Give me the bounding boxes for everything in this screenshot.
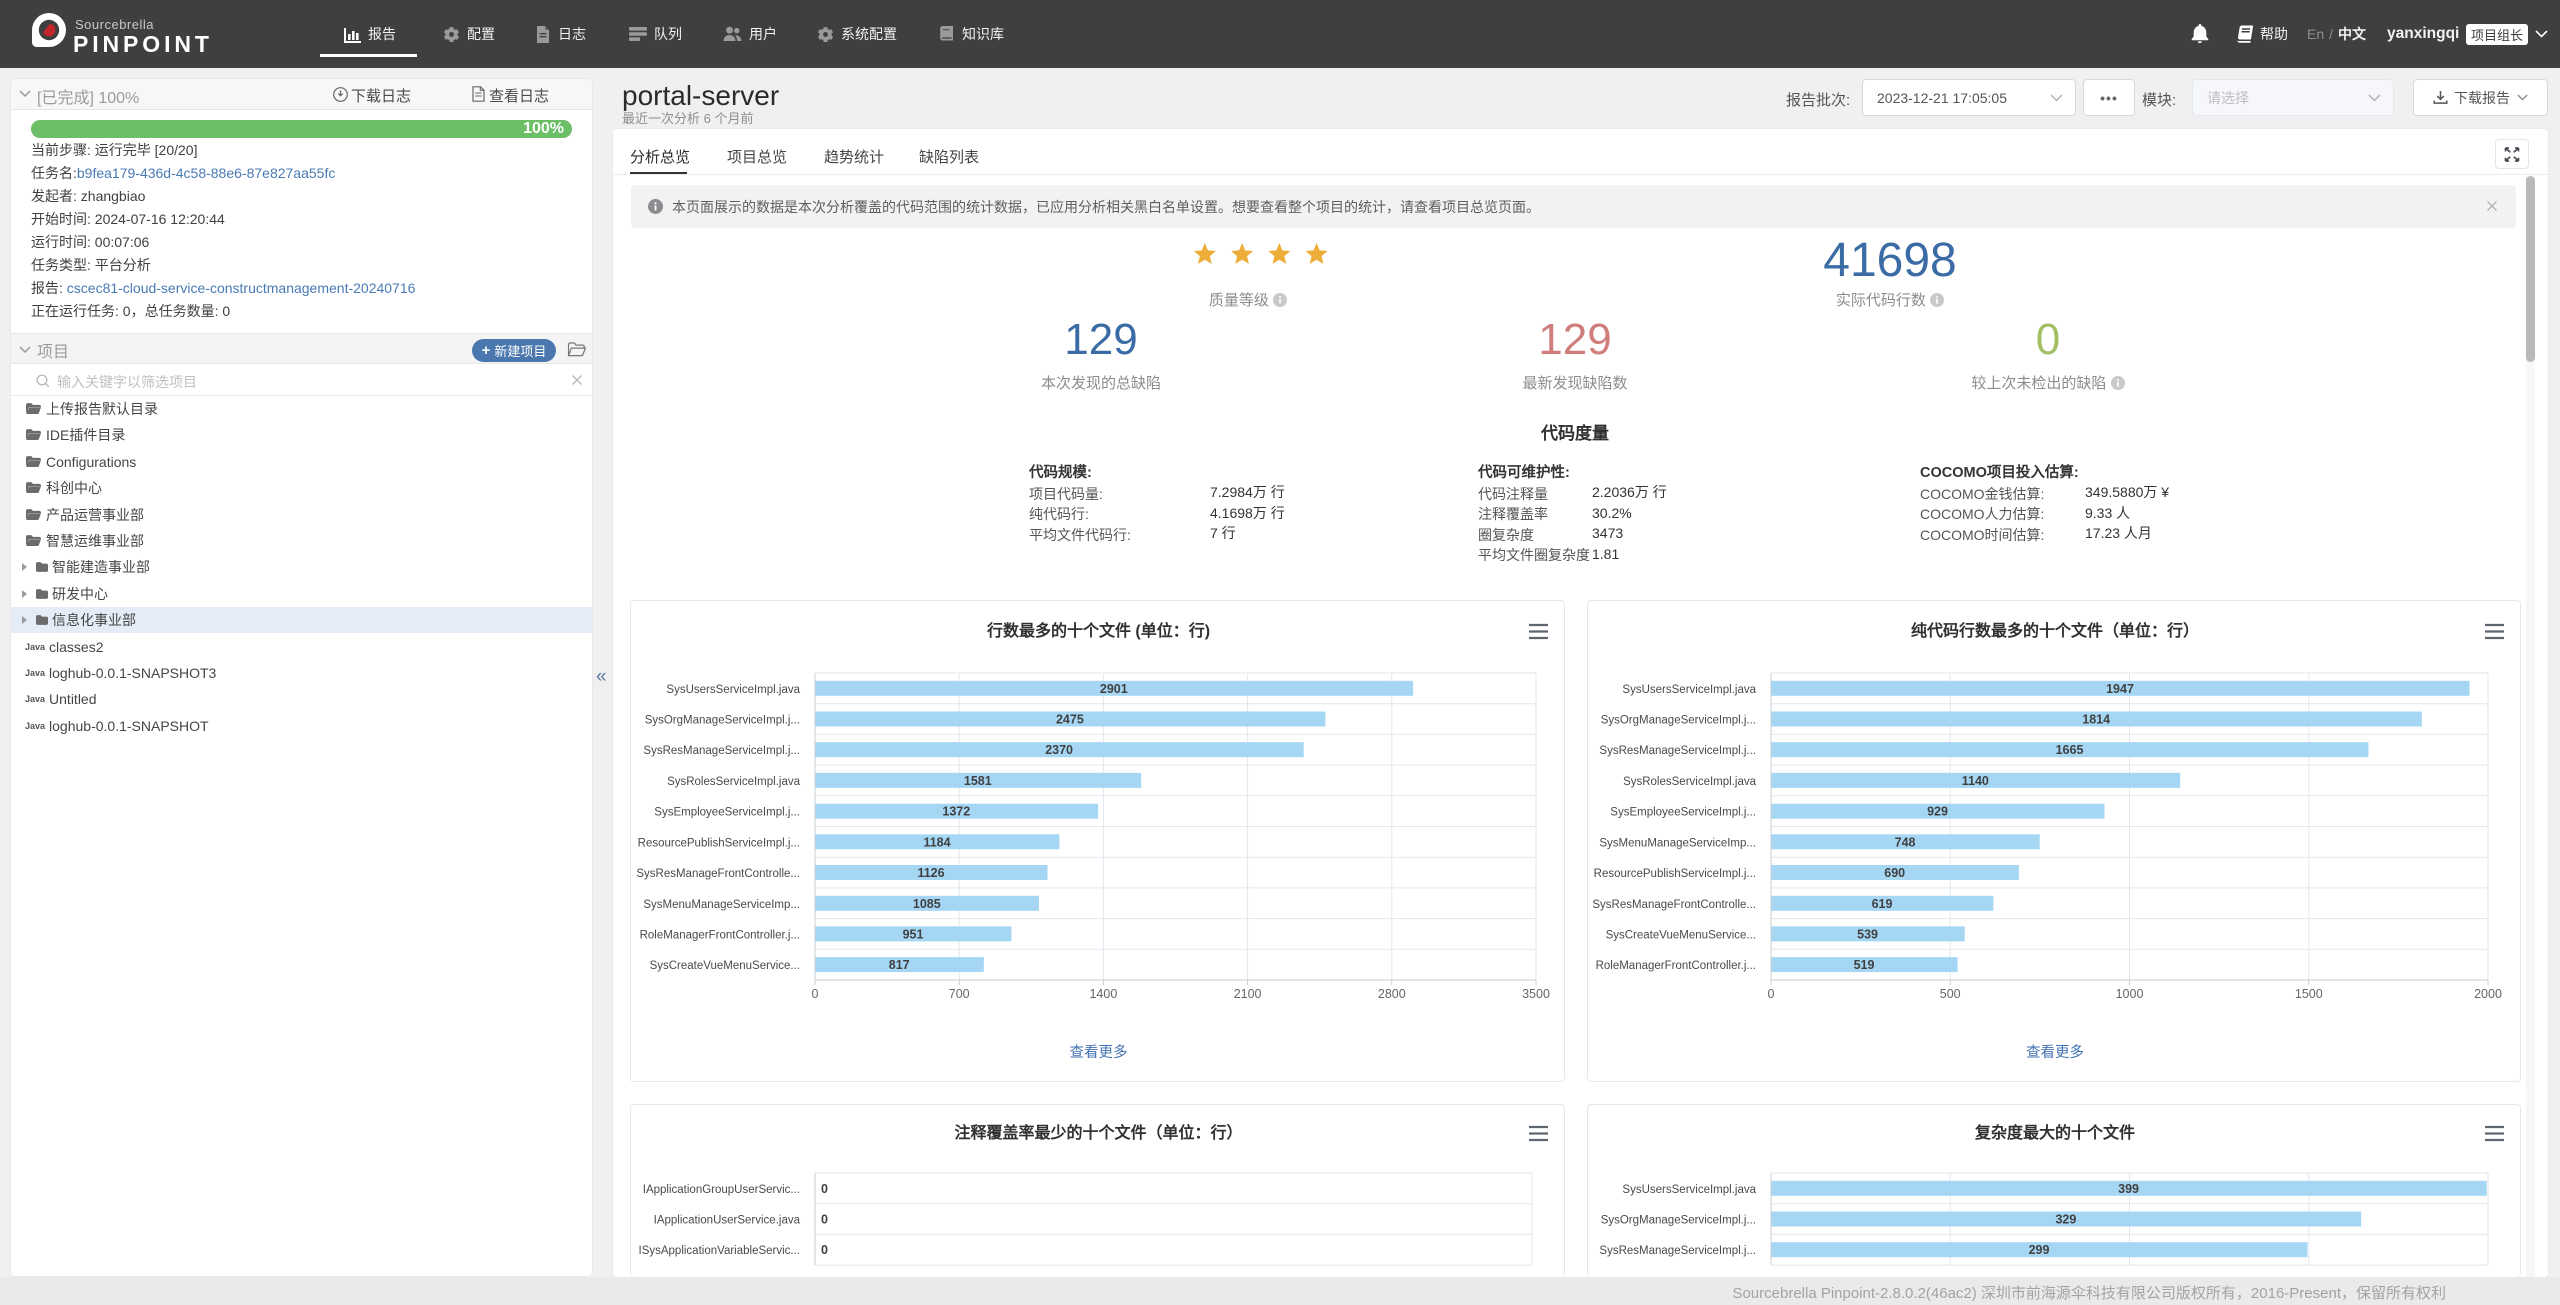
svg-text:SysUsersServiceImpl.java: SysUsersServiceImpl.java <box>1622 1184 1756 1196</box>
svg-text:SysResManageFrontControlle...: SysResManageFrontControlle... <box>636 868 800 880</box>
svg-text:RoleManagerFrontController.j..: RoleManagerFrontController.j... <box>1596 960 1756 972</box>
svg-text:619: 619 <box>1872 897 1893 911</box>
svg-text:SysCreateVueMenuService...: SysCreateVueMenuService... <box>650 960 800 972</box>
svg-text:690: 690 <box>1884 866 1905 880</box>
svg-text:0: 0 <box>821 1213 828 1227</box>
svg-text:SysRolesServiceImpl.java: SysRolesServiceImpl.java <box>667 776 801 788</box>
svg-text:SysCreateVueMenuService...: SysCreateVueMenuService... <box>1606 929 1756 941</box>
svg-text:519: 519 <box>1854 958 1875 972</box>
svg-text:1947: 1947 <box>2106 682 2134 696</box>
svg-text:299: 299 <box>2029 1243 2050 1257</box>
svg-text:ResourcePublishServiceImpl.j..: ResourcePublishServiceImpl.j... <box>638 837 800 849</box>
svg-text:2800: 2800 <box>1378 987 1406 1001</box>
svg-text:复杂度最大的十个文件: 复杂度最大的十个文件 <box>1974 1123 2135 1142</box>
svg-text:IApplicationGroupUserServic...: IApplicationGroupUserServic... <box>643 1184 800 1196</box>
svg-text:929: 929 <box>1927 805 1948 819</box>
svg-text:SysMenuManageServiceImp...: SysMenuManageServiceImp... <box>1599 837 1756 849</box>
svg-text:RoleManagerFrontController.j..: RoleManagerFrontController.j... <box>640 929 800 941</box>
svg-text:1000: 1000 <box>2116 987 2144 1001</box>
svg-text:SysResManageServiceImpl.j...: SysResManageServiceImpl.j... <box>1599 1245 1756 1257</box>
svg-text:1400: 1400 <box>1089 987 1117 1001</box>
svg-text:行数最多的十个文件 (单位：行): 行数最多的十个文件 (单位：行) <box>986 621 1210 640</box>
svg-text:SysResManageFrontControlle...: SysResManageFrontControlle... <box>1592 899 1756 911</box>
svg-text:951: 951 <box>903 927 924 941</box>
svg-text:0: 0 <box>1768 987 1775 1001</box>
svg-text:纯代码行数最多的十个文件（单位：行）: 纯代码行数最多的十个文件（单位：行） <box>1911 621 2199 640</box>
svg-text:SysUsersServiceImpl.java: SysUsersServiceImpl.java <box>666 684 800 696</box>
svg-text:SysUsersServiceImpl.java: SysUsersServiceImpl.java <box>1622 684 1756 696</box>
svg-text:2475: 2475 <box>1056 713 1084 727</box>
svg-text:1140: 1140 <box>1962 774 1989 788</box>
svg-text:1372: 1372 <box>942 805 970 819</box>
svg-text:2000: 2000 <box>2474 987 2502 1001</box>
svg-text:329: 329 <box>2055 1213 2076 1227</box>
svg-text:700: 700 <box>949 987 970 1001</box>
svg-text:748: 748 <box>1895 835 1916 849</box>
svg-text:查看更多: 查看更多 <box>2026 1044 2084 1061</box>
svg-text:注释覆盖率最少的十个文件（单位：行）: 注释覆盖率最少的十个文件（单位：行） <box>954 1123 1242 1142</box>
svg-text:SysRolesServiceImpl.java: SysRolesServiceImpl.java <box>1623 776 1757 788</box>
svg-text:SysMenuManageServiceImp...: SysMenuManageServiceImp... <box>643 899 800 911</box>
svg-text:SysOrgManageServiceImpl.j...: SysOrgManageServiceImpl.j... <box>1601 1215 1756 1227</box>
svg-text:539: 539 <box>1857 927 1878 941</box>
svg-text:1814: 1814 <box>2082 713 2110 727</box>
svg-text:SysOrgManageServiceImpl.j...: SysOrgManageServiceImpl.j... <box>1601 715 1756 727</box>
svg-text:ResourcePublishServiceImpl.j..: ResourcePublishServiceImpl.j... <box>1594 868 1756 880</box>
svg-text:2901: 2901 <box>1100 682 1128 696</box>
svg-text:1581: 1581 <box>964 774 992 788</box>
svg-text:ISysApplicationVariableServic.: ISysApplicationVariableServic... <box>639 1245 801 1257</box>
svg-text:1184: 1184 <box>923 835 950 849</box>
svg-text:1085: 1085 <box>913 897 941 911</box>
svg-text:1126: 1126 <box>917 866 944 880</box>
svg-text:SysOrgManageServiceImpl.j...: SysOrgManageServiceImpl.j... <box>645 715 800 727</box>
svg-text:SysResManageServiceImpl.j...: SysResManageServiceImpl.j... <box>643 745 800 757</box>
svg-text:查看更多: 查看更多 <box>1070 1044 1128 1061</box>
svg-text:500: 500 <box>1940 987 1961 1001</box>
svg-text:SysResManageServiceImpl.j...: SysResManageServiceImpl.j... <box>1599 745 1756 757</box>
svg-text:2100: 2100 <box>1234 987 1262 1001</box>
svg-text:IApplicationUserService.java: IApplicationUserService.java <box>654 1215 801 1227</box>
svg-text:1500: 1500 <box>2295 987 2323 1001</box>
svg-text:1665: 1665 <box>2056 743 2084 757</box>
svg-text:0: 0 <box>812 987 819 1001</box>
svg-text:SysEmployeeServiceImpl.j...: SysEmployeeServiceImpl.j... <box>654 807 800 819</box>
svg-text:3500: 3500 <box>1522 987 1550 1001</box>
svg-text:SysEmployeeServiceImpl.j...: SysEmployeeServiceImpl.j... <box>1610 807 1756 819</box>
svg-text:399: 399 <box>2118 1182 2139 1196</box>
svg-text:2370: 2370 <box>1045 743 1073 757</box>
svg-text:0: 0 <box>821 1243 828 1257</box>
svg-text:0: 0 <box>821 1182 828 1196</box>
svg-text:817: 817 <box>889 958 910 972</box>
